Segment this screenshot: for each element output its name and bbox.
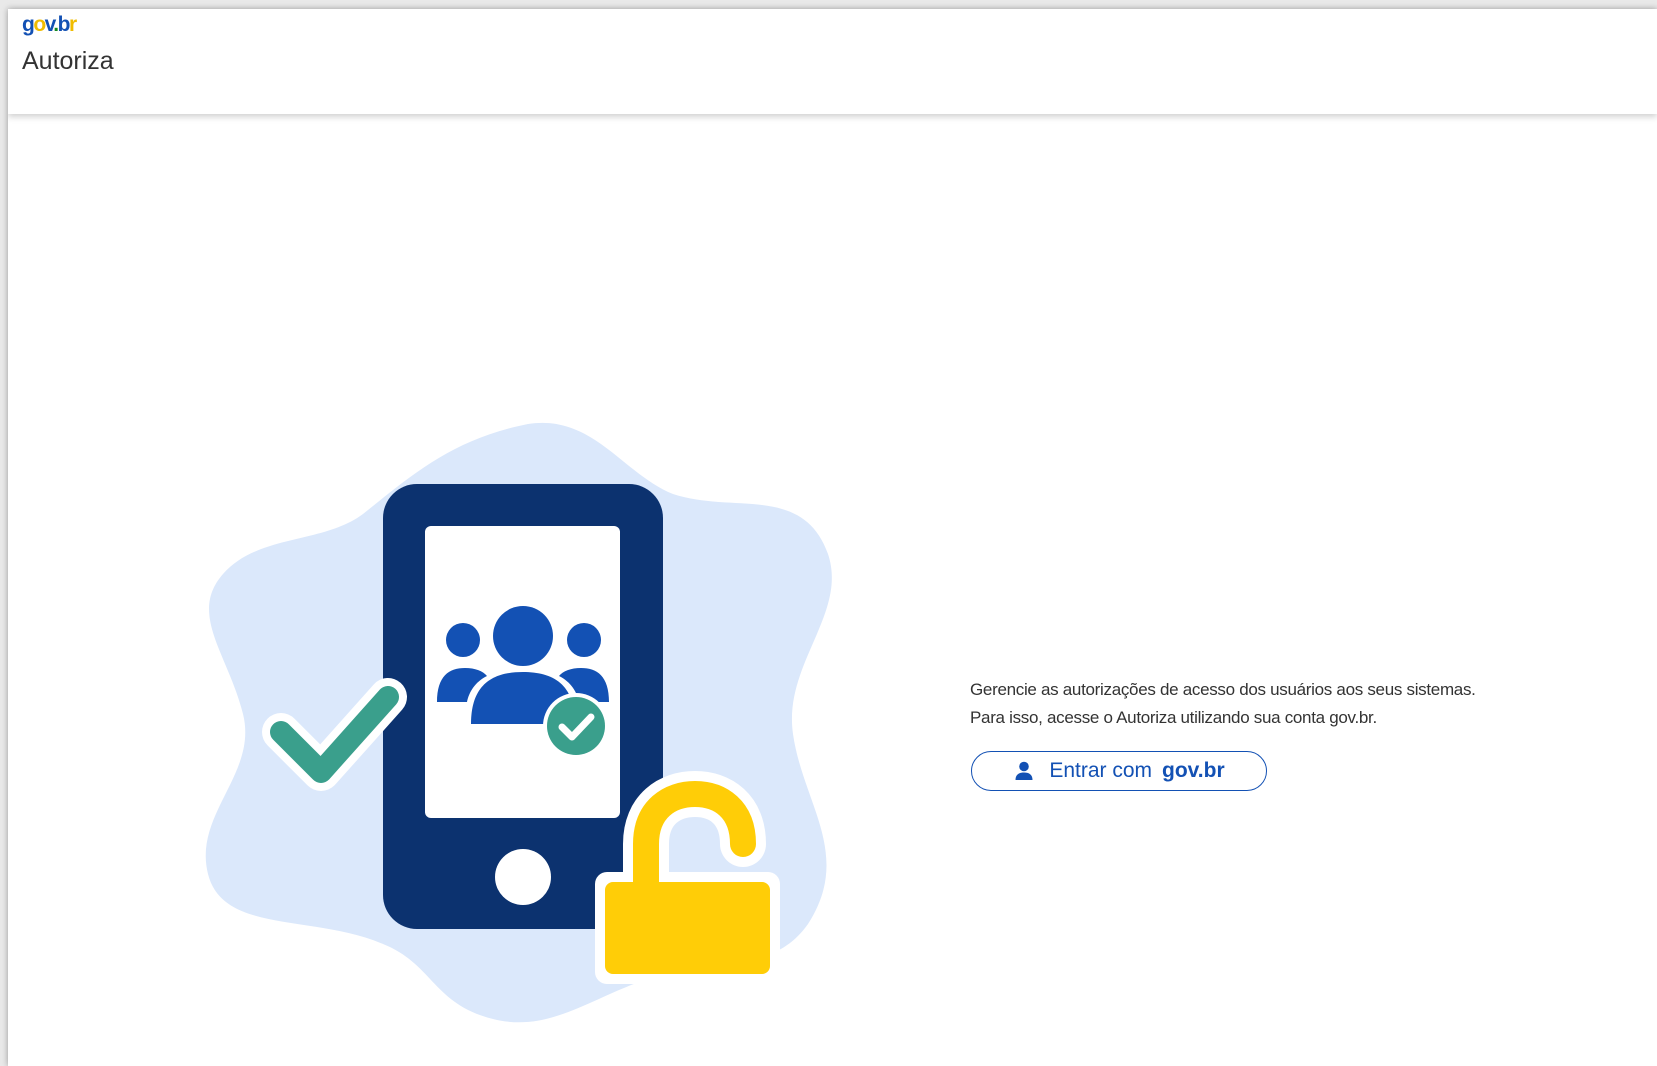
login-button-label: Entrar com [1049,759,1153,782]
intro-line-2: Para isso, acesse o Autoriza utilizando … [970,708,1377,727]
govbr-logo[interactable]: gov.br [22,13,77,37]
user-icon [1015,761,1033,780]
login-illustration [205,422,832,1023]
check-badge-icon [543,693,609,759]
intro-line-1: Gerencie as autorizações de acesso dos u… [970,680,1476,699]
app-window: gov.br Autoriza Gerencie as autorizações… [8,9,1657,1066]
header: gov.br Autoriza [8,9,1657,114]
login-govbr-button[interactable]: Entrar com gov.br [971,751,1267,791]
app-title: Autoriza [22,47,114,75]
login-button-brand: gov.br [1162,759,1225,782]
intro-text: Gerencie as autorizações de acesso dos u… [970,676,1640,732]
